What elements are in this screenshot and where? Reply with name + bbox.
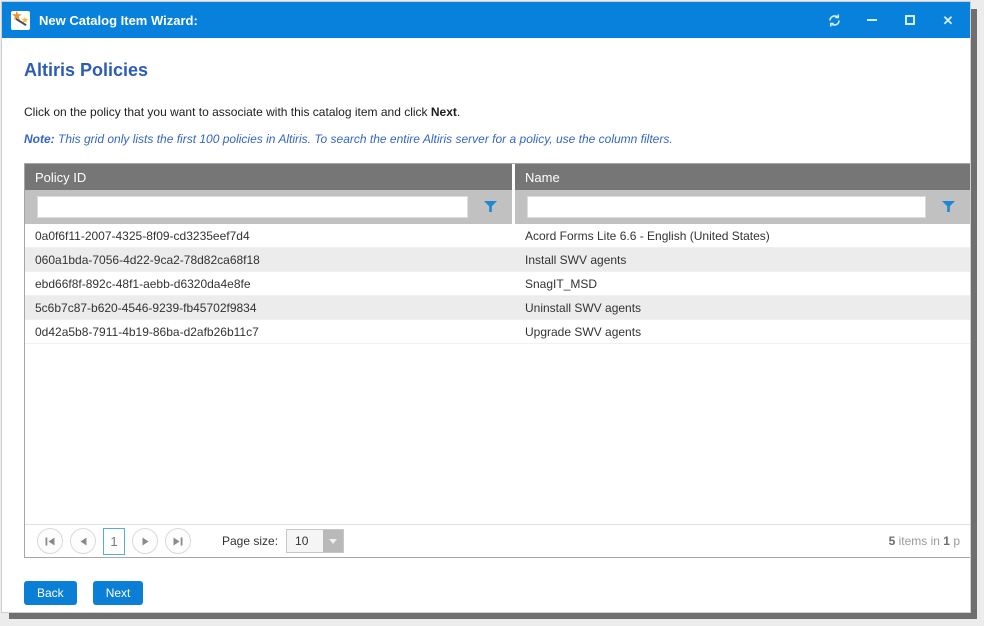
first-page-icon[interactable] (37, 528, 63, 554)
items-count-text: 5 items in 1 p (889, 534, 960, 548)
page-size-label: Page size: (222, 534, 278, 548)
maximize-icon[interactable] (902, 12, 918, 28)
name-filter-input[interactable] (527, 196, 926, 218)
minimize-icon[interactable] (864, 12, 880, 28)
name-cell: Uninstall SWV agents (515, 296, 970, 319)
window-title: New Catalog Item Wizard: (39, 13, 198, 28)
wizard-window: ★ ★ New Catalog Item Wizard: ✕ Altiris P… (1, 1, 971, 613)
refresh-icon[interactable] (826, 12, 842, 28)
grid-header-row: Policy ID Name (25, 164, 970, 190)
wizard-footer: Back Next (24, 581, 970, 605)
table-row[interactable]: 5c6b7c87-b620-4546-9239-fb45702f9834 Uni… (25, 296, 970, 320)
page-size-value: 10 (287, 530, 323, 552)
instruction-text: Click on the policy that you want to ass… (24, 105, 970, 119)
policies-grid: Policy ID Name (24, 163, 970, 558)
titlebar: ★ ★ New Catalog Item Wizard: ✕ (2, 2, 970, 38)
next-page-icon[interactable] (132, 528, 158, 554)
policy-id-cell: 0a0f6f11-2007-4325-8f09-cd3235eef7d4 (25, 224, 515, 247)
table-row[interactable]: 0a0f6f11-2007-4325-8f09-cd3235eef7d4 Aco… (25, 224, 970, 248)
grid-filter-row (25, 190, 970, 224)
titlebar-controls: ✕ (826, 12, 956, 28)
name-cell: Upgrade SWV agents (515, 320, 970, 343)
table-row[interactable]: 060a1bda-7056-4d22-9ca2-78d82ca68f18 Ins… (25, 248, 970, 272)
policy-id-cell: ebd66f8f-892c-48f1-aebb-d6320da4e8fe (25, 272, 515, 295)
funnel-filter-icon[interactable] (468, 201, 512, 213)
page-size-dropdown[interactable]: 10 (286, 529, 344, 553)
funnel-filter-icon[interactable] (926, 201, 970, 213)
table-row[interactable]: ebd66f8f-892c-48f1-aebb-d6320da4e8fe Sna… (25, 272, 970, 296)
chevron-down-icon[interactable] (323, 530, 343, 552)
column-header-name[interactable]: Name (515, 164, 970, 190)
grid-empty-area (25, 344, 970, 524)
note-text: Note: This grid only lists the first 100… (24, 132, 970, 146)
grid-pager: 1 Page size: 10 5 items (25, 524, 970, 557)
next-button[interactable]: Next (93, 581, 144, 605)
name-cell: SnagIT_MSD (515, 272, 970, 295)
name-cell: Acord Forms Lite 6.6 - English (United S… (515, 224, 970, 247)
close-icon[interactable]: ✕ (940, 12, 956, 28)
previous-page-icon[interactable] (70, 528, 96, 554)
table-row[interactable]: 0d42a5b8-7911-4b19-86ba-d2afb26b11c7 Upg… (25, 320, 970, 344)
policy-id-cell: 0d42a5b8-7911-4b19-86ba-d2afb26b11c7 (25, 320, 515, 343)
wizard-stars-icon: ★ ★ (11, 11, 30, 30)
page-title: Altiris Policies (24, 60, 970, 81)
policy-id-filter-input[interactable] (37, 196, 468, 218)
back-button[interactable]: Back (24, 581, 77, 605)
policy-id-cell: 060a1bda-7056-4d22-9ca2-78d82ca68f18 (25, 248, 515, 271)
last-page-icon[interactable] (165, 528, 191, 554)
policy-id-cell: 5c6b7c87-b620-4546-9239-fb45702f9834 (25, 296, 515, 319)
wizard-content: Altiris Policies Click on the policy tha… (2, 38, 970, 612)
column-header-policy-id[interactable]: Policy ID (25, 164, 512, 190)
current-page-input[interactable]: 1 (103, 528, 125, 555)
name-cell: Install SWV agents (515, 248, 970, 271)
